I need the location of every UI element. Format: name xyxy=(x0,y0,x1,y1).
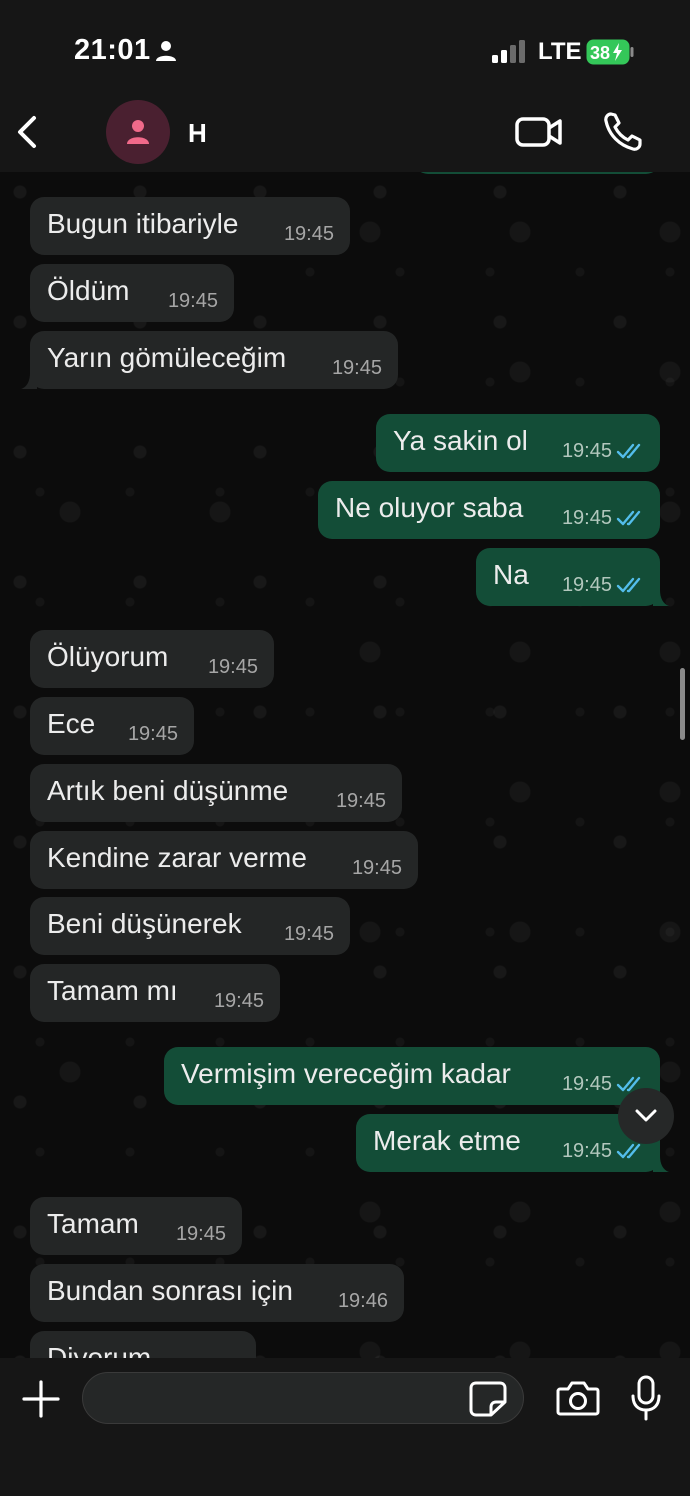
message-text: Bugun itibariyle xyxy=(47,208,239,239)
message-text: Yarın gömüleceğim xyxy=(47,342,287,373)
outgoing-message[interactable]: Na 19:45 xyxy=(476,548,669,606)
read-receipt-icon xyxy=(616,577,641,593)
status-bar: 21:01 LTE 38 xyxy=(0,0,690,100)
message-timestamp: 19:45 xyxy=(167,290,218,312)
read-receipt-icon xyxy=(616,443,641,459)
incoming-message[interactable]: Ece 19:45 xyxy=(30,697,194,755)
incoming-message[interactable]: Beni düşünerek 19:45 xyxy=(30,897,350,955)
scroll-indicator[interactable] xyxy=(680,668,685,740)
outgoing-message[interactable]: Ya sakin ol 19:45 xyxy=(376,414,660,472)
message-timestamp: 19:45 xyxy=(283,223,334,245)
message-timestamp: 19:45 xyxy=(331,357,382,379)
sticker-icon[interactable] xyxy=(468,1380,508,1418)
video-call-icon[interactable] xyxy=(514,112,564,152)
message-timestamp: 19:45 xyxy=(175,1223,226,1245)
incoming-message[interactable]: Artık beni düşünme 19:45 xyxy=(30,764,402,822)
status-time: 21:01 xyxy=(74,34,151,66)
message-text: Na xyxy=(493,559,529,590)
message-timestamp: 19:45 xyxy=(561,440,612,462)
plus-icon[interactable] xyxy=(20,1378,62,1420)
message-text: Ya sakin ol xyxy=(393,425,528,456)
outgoing-message[interactable]: Ne oluyor saba 19:45 xyxy=(318,481,660,539)
message-text: Öldüm xyxy=(47,275,130,306)
message-timestamp: 19:46 xyxy=(337,1290,388,1312)
bubble-tail xyxy=(653,590,669,606)
message-text: Ölüyorum xyxy=(47,641,169,672)
message-text: Diyorum xyxy=(47,1342,152,1358)
message-list[interactable]: Bugun itibariyle 19:45 Öldüm 19:45 Yarın göm… xyxy=(0,172,690,1358)
message-timestamp: 19:45 xyxy=(335,790,386,812)
chat-header: H xyxy=(0,100,690,172)
composer-bar xyxy=(0,1358,690,1496)
message-text: Bundan sonrası için xyxy=(47,1275,293,1306)
message-timestamp: 19:45 xyxy=(561,1140,612,1162)
message-text: Merak etme xyxy=(373,1125,521,1156)
avatar[interactable] xyxy=(106,100,170,164)
message-timestamp: 19:45 xyxy=(207,656,258,678)
network-label: LTE xyxy=(538,38,582,65)
camera-icon[interactable] xyxy=(555,1376,601,1420)
person-icon xyxy=(156,41,176,61)
read-receipt-icon xyxy=(616,510,641,526)
message-text: Tamam mı xyxy=(47,975,178,1006)
incoming-message[interactable]: Bugun itibariyle 19:45 xyxy=(30,197,350,255)
message-timestamp: 19:45 xyxy=(127,723,178,745)
message-text: Ne oluyor saba xyxy=(335,492,524,523)
incoming-message[interactable]: Diyorum xyxy=(30,1331,256,1358)
outgoing-message[interactable]: Merak etme 19:45 xyxy=(356,1114,669,1172)
message-timestamp: 19:45 xyxy=(213,990,264,1012)
phone-icon[interactable] xyxy=(602,110,644,154)
incoming-message[interactable]: Yarın gömüleceğim 19:45 xyxy=(21,331,398,389)
contact-name[interactable]: H xyxy=(188,118,207,149)
message-text: Kendine zarar verme xyxy=(47,842,307,873)
outgoing-message-partial[interactable] xyxy=(414,172,660,174)
message-timestamp: 19:45 xyxy=(351,857,402,879)
message-text: Beni düşünerek xyxy=(47,908,242,939)
message-text: Ece xyxy=(47,708,96,739)
message-timestamp: 19:45 xyxy=(283,923,334,945)
signal-icon xyxy=(492,40,525,63)
incoming-message[interactable]: Öldüm 19:45 xyxy=(30,264,234,322)
message-input[interactable] xyxy=(82,1372,524,1424)
outgoing-message[interactable]: Vermişim vereceğim kadar 19:45 xyxy=(164,1047,660,1105)
message-text: Vermişim vereceğim kadar xyxy=(181,1058,511,1089)
incoming-message[interactable]: Kendine zarar verme 19:45 xyxy=(30,831,418,889)
scroll-to-bottom-button[interactable] xyxy=(618,1088,674,1144)
incoming-message[interactable]: Tamam mı 19:45 xyxy=(30,964,280,1022)
bubble-tail xyxy=(653,1156,669,1172)
message-timestamp: 19:45 xyxy=(561,1073,612,1095)
chevron-down-icon xyxy=(635,1109,657,1122)
incoming-message[interactable]: Tamam 19:45 xyxy=(30,1197,242,1255)
message-text: Tamam xyxy=(47,1208,139,1239)
bubble-tail xyxy=(21,373,37,389)
person-icon xyxy=(127,120,149,144)
svg-text:38: 38 xyxy=(590,43,610,63)
microphone-icon[interactable] xyxy=(628,1374,664,1422)
message-timestamp: 19:45 xyxy=(561,574,612,596)
message-text: Artık beni düşünme xyxy=(47,775,289,806)
incoming-message[interactable]: Ölüyorum 19:45 xyxy=(30,630,274,688)
message-timestamp: 19:45 xyxy=(561,507,612,529)
back-button[interactable] xyxy=(10,112,46,152)
incoming-message[interactable]: Bundan sonrası için 19:46 xyxy=(30,1264,404,1322)
battery-icon: 38 xyxy=(586,39,634,65)
read-receipt-icon xyxy=(616,1143,641,1159)
